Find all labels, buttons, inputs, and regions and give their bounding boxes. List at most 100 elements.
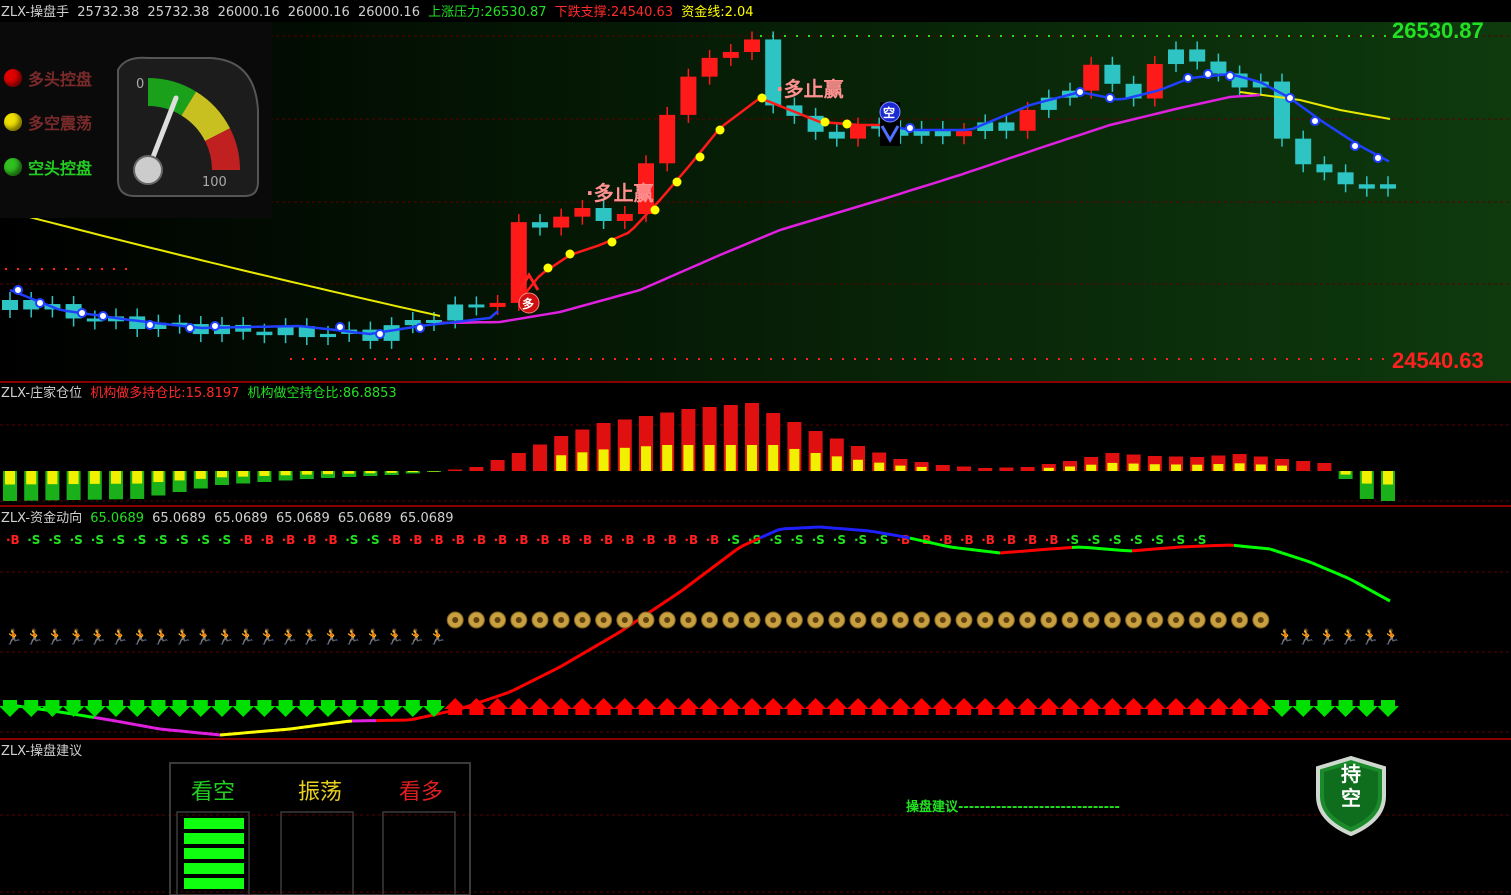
coin-hole	[961, 617, 967, 623]
main-chart-panel[interactable]: ZLX-操盘手 25732.38 25732.38 26000.16 26000…	[0, 0, 1511, 381]
up-arrow-icon	[953, 698, 975, 715]
position-bar-yellow	[1383, 471, 1393, 485]
long-badge-text: 多	[522, 296, 534, 311]
fund-line-segment	[267, 728, 275, 733]
position-bar-yellow	[259, 471, 270, 476]
candle-body	[1316, 164, 1333, 173]
candle-body	[828, 131, 845, 139]
position-bar-yellow	[1234, 463, 1245, 471]
fund-line-segment	[141, 724, 149, 729]
fund-line-segment	[927, 540, 935, 545]
fund-line-segment	[969, 547, 977, 552]
position-bar-yellow	[683, 445, 694, 471]
runner-icon: 🏃	[343, 628, 362, 646]
sell-marker: ·S	[91, 533, 104, 547]
buy-marker: ·B	[600, 533, 614, 547]
coin-hole	[1088, 617, 1095, 623]
advice-panel[interactable]: ZLX-操盘建议 看空 振荡 看多 操盘建议------------------…	[0, 740, 1511, 895]
position-bar-yellow	[895, 465, 906, 471]
coin-hole	[664, 617, 671, 623]
buy-marker: ·B	[1024, 533, 1038, 547]
trend-dot	[715, 125, 725, 135]
fund-line-segment	[501, 691, 509, 697]
bearish-level-bar	[184, 833, 244, 844]
bearish-level-bar	[184, 818, 244, 829]
position-histogram[interactable]	[0, 383, 1511, 505]
fund-line-segment	[699, 571, 707, 579]
position-bar-yellow	[174, 471, 185, 481]
trend-dot	[1373, 153, 1383, 163]
position-bar-yellow	[1171, 464, 1181, 471]
buy-marker: ·B	[684, 533, 698, 547]
position-bar-yellow	[1255, 464, 1266, 471]
legend-bear-control: 空头控盘	[4, 155, 92, 179]
fund-flow-panel[interactable]: ZLX-资金动向 65.0689 65.0689 65.0689 65.0689…	[0, 507, 1511, 738]
down-arrow-icon	[168, 700, 191, 717]
up-arrow-icon	[1059, 698, 1081, 715]
candle-body	[532, 222, 548, 228]
position-bar-yellow	[301, 471, 312, 475]
fund-flow-chart[interactable]: ·B ·S ·S ·S ·S ·S ·S ·S ·S ·S ·S ·B ·B ·B ·B ·B ·S ·S ·B ·B…	[0, 507, 1511, 738]
buy-marker: ·B	[1002, 533, 1016, 547]
buy-marker: ·B	[430, 533, 444, 547]
position-bar-yellow	[195, 471, 206, 479]
position-bar-long	[1317, 463, 1332, 471]
fund-line-segment	[711, 562, 719, 570]
candle-body	[956, 131, 972, 137]
fund-line-segment	[591, 643, 599, 650]
sell-marker: ·S	[812, 533, 825, 547]
fund-line-segment	[285, 727, 293, 731]
trend-dot	[1203, 69, 1213, 79]
runner-icon: 🏃	[131, 628, 150, 646]
advice-col-bullish: 看多	[398, 780, 443, 805]
runner-icon: 🏃	[280, 628, 299, 646]
coin-hole	[1024, 617, 1031, 623]
up-arrow-icon	[931, 698, 954, 715]
coin-hole	[558, 617, 565, 623]
fund-line-segment	[777, 527, 785, 532]
coin-hole	[876, 617, 883, 623]
down-arrow-icon	[1271, 700, 1293, 717]
fund-line-segment	[879, 531, 887, 536]
down-arrow-icon	[147, 700, 170, 717]
buy-marker: ·B	[663, 533, 677, 547]
fund-line-segment	[315, 723, 323, 728]
fund-line-segment	[543, 670, 551, 677]
position-bar-yellow	[1213, 464, 1224, 471]
fund-line-segment	[483, 697, 491, 703]
coin-hole	[515, 617, 522, 623]
up-arrow-icon	[1143, 698, 1166, 715]
candle-body	[468, 304, 485, 308]
position-bar-long	[935, 465, 950, 471]
coin-hole	[452, 617, 459, 623]
position-bar-long	[448, 469, 463, 471]
fund-line-segment	[885, 532, 893, 537]
fund-line-segment	[873, 530, 881, 535]
fund-line-segment	[579, 650, 587, 657]
sell-marker: ·S	[345, 533, 358, 547]
position-panel[interactable]: ZLX-庄家仓位 机构做多持仓比:15.8197 机构做空持仓比:86.8853	[0, 383, 1511, 505]
position-bar-yellow	[1192, 464, 1203, 471]
up-arrow-icon	[677, 698, 700, 715]
trend-dot	[1183, 73, 1193, 83]
up-arrow-icon	[825, 698, 848, 715]
position-bar-long	[490, 460, 505, 471]
sell-marker: ·S	[1066, 533, 1079, 547]
fund-line-segment	[75, 713, 83, 718]
coin-hole	[812, 617, 819, 623]
price-chart[interactable]: ·多止赢 ·多止赢多 空 0 100	[0, 0, 1511, 381]
runner-icon: 🏃	[1276, 628, 1295, 646]
fund-line-segment	[867, 529, 875, 534]
runner-icon: 🏃	[25, 628, 44, 646]
green-dot-icon	[4, 158, 22, 176]
up-arrow-icon	[550, 698, 573, 715]
fund-line-segment	[1245, 545, 1253, 549]
coin-hole	[982, 617, 989, 623]
position-bar-yellow	[810, 453, 821, 471]
up-arrow-icon	[741, 698, 763, 715]
fund-line-segment	[705, 566, 713, 574]
fund-line-segment	[993, 550, 1001, 555]
fund-line-segment	[1233, 543, 1241, 548]
candle-body	[510, 222, 527, 303]
position-bar-yellow	[874, 462, 885, 471]
